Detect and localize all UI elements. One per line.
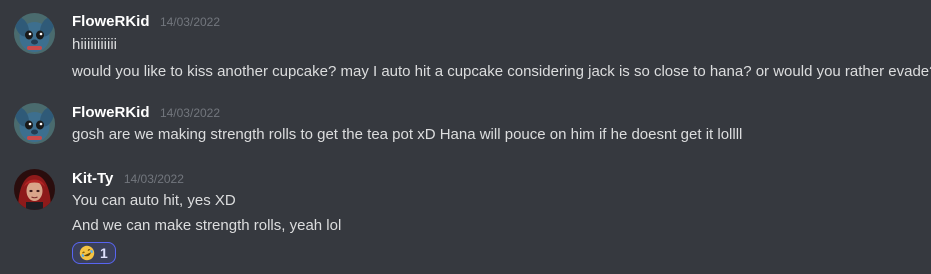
message-header: FloweRKid 14/03/2022 (72, 103, 220, 123)
message-text: would you like to kiss another cupcake? … (72, 63, 931, 80)
message-header: Kit-Ty 14/03/2022 (72, 169, 184, 189)
rolling-on-floor-laughing-icon (79, 245, 95, 261)
message-text: hiiiiiiiiiii (72, 36, 117, 53)
message-group: Kit-Ty 14/03/2022 You can auto hit, yes … (0, 160, 931, 274)
timestamp[interactable]: 14/03/2022 (160, 106, 220, 120)
chat-message-list: FloweRKid 14/03/2022 hiiiiiiiiiii would … (0, 0, 931, 274)
message-group: FloweRKid 14/03/2022 hiiiiiiiiiii would … (0, 0, 931, 95)
username[interactable]: Kit-Ty (72, 170, 113, 187)
message-text: gosh are we making strength rolls to get… (72, 126, 743, 143)
message-group: FloweRKid 14/03/2022 gosh are we making … (0, 95, 931, 160)
message-text: You can auto hit, yes XD (72, 192, 236, 209)
username[interactable]: FloweRKid (72, 104, 150, 121)
timestamp[interactable]: 14/03/2022 (124, 172, 184, 186)
timestamp[interactable]: 14/03/2022 (160, 15, 220, 29)
username[interactable]: FloweRKid (72, 13, 150, 30)
red-hair-character-avatar-icon[interactable] (14, 169, 55, 210)
message-header: FloweRKid 14/03/2022 (72, 12, 220, 32)
reaction-button[interactable]: 1 (72, 242, 116, 264)
stitch-avatar-icon[interactable] (14, 13, 55, 54)
stitch-avatar-icon[interactable] (14, 103, 55, 144)
message-text: And we can make strength rolls, yeah lol (72, 217, 342, 234)
reaction-count: 1 (100, 245, 108, 261)
